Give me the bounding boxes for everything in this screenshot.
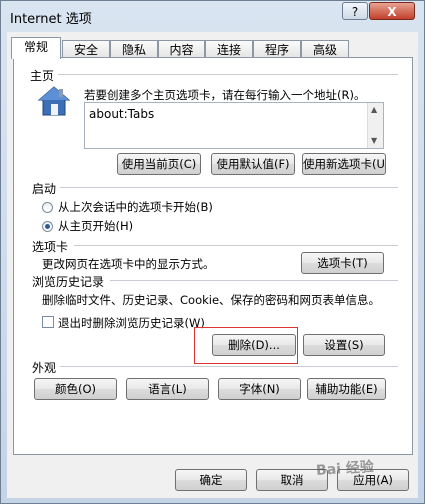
delete-history-button[interactable]: 删除(D)... bbox=[212, 334, 296, 356]
tab-advanced[interactable]: 高级 bbox=[301, 40, 349, 58]
startup-option-home: 从主页开始(H) bbox=[58, 219, 134, 233]
home-divider bbox=[58, 74, 398, 75]
history-description: 删除临时文件、历史记录、Cookie、保存的密码和网页表单信息。 bbox=[42, 293, 381, 307]
tabs-description: 更改网页在选项卡中的显示方式。 bbox=[42, 257, 215, 271]
history-divider bbox=[110, 280, 398, 281]
home-section-title: 主页 bbox=[30, 69, 55, 83]
close-button[interactable]: X bbox=[369, 2, 415, 20]
scroll-down-icon[interactable]: ▼ bbox=[371, 136, 377, 145]
home-page-url-value: about:Tabs bbox=[89, 107, 155, 121]
startup-option-last-session: 从上次会话中的选项卡开始(B) bbox=[58, 200, 213, 214]
tabs-settings-button[interactable]: 选项卡(T) bbox=[301, 252, 384, 274]
startup-radio-home[interactable] bbox=[42, 221, 53, 232]
tab-general[interactable]: 常规 bbox=[11, 37, 61, 59]
home-page-url-input[interactable]: about:Tabs ▲ ▼ bbox=[84, 102, 384, 149]
languages-button[interactable]: 语言(L) bbox=[126, 378, 209, 400]
scroll-up-icon[interactable]: ▲ bbox=[371, 105, 377, 114]
ok-button[interactable]: 确定 bbox=[175, 469, 247, 491]
tab-connections[interactable]: 连接 bbox=[205, 40, 253, 58]
window-title: Internet 选项 bbox=[10, 12, 92, 27]
tab-privacy[interactable]: 隐私 bbox=[110, 40, 158, 58]
tabs-section-title: 选项卡 bbox=[32, 240, 69, 254]
tab-security[interactable]: 安全 bbox=[62, 40, 110, 58]
delete-on-exit-label: 退出时删除浏览历史记录(W) bbox=[58, 316, 205, 330]
startup-radio-last-session[interactable] bbox=[42, 202, 53, 213]
url-scrollbar[interactable]: ▲ ▼ bbox=[367, 103, 383, 148]
home-icon bbox=[37, 86, 71, 116]
startup-divider bbox=[60, 187, 398, 188]
tab-content[interactable]: 内容 bbox=[158, 40, 205, 58]
appearance-section-title: 外观 bbox=[32, 361, 57, 375]
startup-section-title: 启动 bbox=[32, 182, 57, 196]
tabs-divider bbox=[74, 245, 398, 246]
history-section-title: 浏览历史记录 bbox=[32, 275, 105, 289]
tab-programs[interactable]: 程序 bbox=[253, 40, 301, 58]
use-default-button[interactable]: 使用默认值(F) bbox=[211, 153, 295, 175]
use-current-button[interactable]: 使用当前页(C) bbox=[117, 153, 201, 175]
history-settings-button[interactable]: 设置(S) bbox=[303, 334, 385, 356]
fonts-button[interactable]: 字体(N) bbox=[218, 378, 301, 400]
home-description: 若要创建多个主页选项卡，请在每行输入一个地址(R)。 bbox=[84, 88, 366, 102]
use-new-tab-button[interactable]: 使用新选项卡(U) bbox=[302, 153, 386, 175]
watermark: Bai 经验 bbox=[315, 459, 375, 479]
help-button[interactable]: ? bbox=[342, 2, 368, 20]
colors-button[interactable]: 颜色(O) bbox=[34, 378, 117, 400]
appearance-divider bbox=[60, 366, 398, 367]
accessibility-button[interactable]: 辅助功能(E) bbox=[307, 378, 386, 400]
delete-on-exit-checkbox[interactable] bbox=[42, 316, 54, 328]
